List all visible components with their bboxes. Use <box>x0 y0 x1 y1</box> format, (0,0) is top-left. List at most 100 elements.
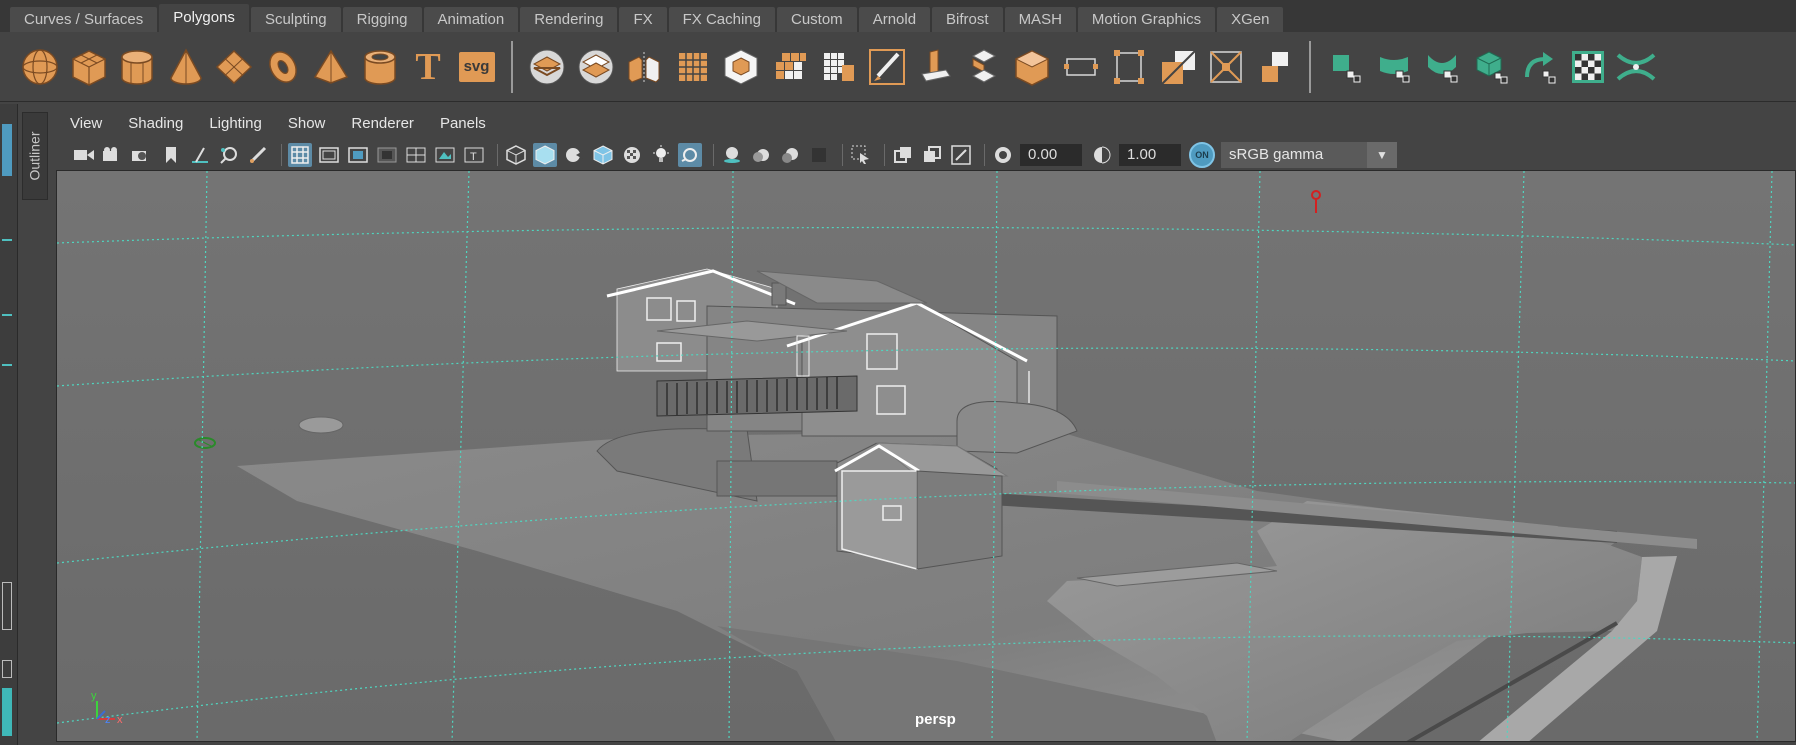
layout-button[interactable] <box>2 582 12 630</box>
shadows-icon[interactable] <box>678 143 702 167</box>
poly-cylinder-icon[interactable] <box>117 47 157 87</box>
safe-action-icon[interactable] <box>433 143 457 167</box>
reduce-icon[interactable] <box>721 47 761 87</box>
tab-rigging[interactable]: Rigging <box>342 7 422 32</box>
offset-edge-loop-icon[interactable] <box>1255 47 1295 87</box>
depth-of-field-icon[interactable] <box>807 143 831 167</box>
uv-planar-icon[interactable] <box>1325 47 1365 87</box>
separate-icon[interactable] <box>576 47 616 87</box>
xray-active-components-icon[interactable] <box>920 143 944 167</box>
exposure-field[interactable]: 0.00 <box>1020 144 1082 166</box>
menu-renderer[interactable]: Renderer <box>351 115 414 132</box>
svg-icon[interactable]: svg <box>457 47 497 87</box>
toolbar-separator <box>984 144 985 166</box>
field-chart-icon[interactable] <box>404 143 428 167</box>
remesh-icon[interactable] <box>770 47 810 87</box>
append-polygon-icon[interactable] <box>1061 47 1101 87</box>
smooth-icon[interactable] <box>673 47 713 87</box>
bookmark-icon[interactable] <box>159 143 183 167</box>
poly-cube-icon[interactable] <box>69 47 109 87</box>
tool-indicator <box>2 239 12 241</box>
exposure-icon[interactable] <box>991 143 1015 167</box>
poly-pyramid-icon[interactable] <box>311 47 351 87</box>
uv-automatic-icon[interactable] <box>1471 47 1511 87</box>
tab-polygons[interactable]: Polygons <box>159 4 249 32</box>
outliner-label: Outliner <box>27 131 43 181</box>
tab-animation[interactable]: Animation <box>423 7 519 32</box>
tab-custom[interactable]: Custom <box>777 7 857 32</box>
motion-blur-icon[interactable] <box>749 143 773 167</box>
fill-hole-icon[interactable] <box>1109 47 1149 87</box>
select-tool-button[interactable] <box>2 124 12 176</box>
uv-editor-icon[interactable] <box>1568 47 1608 87</box>
default-material-icon[interactable] <box>562 143 586 167</box>
tab-rendering[interactable]: Rendering <box>520 7 618 32</box>
bridge-icon[interactable] <box>964 47 1004 87</box>
image-plane-icon[interactable] <box>188 143 212 167</box>
tab-curves-surfaces[interactable]: Curves / Surfaces <box>10 7 158 32</box>
multi-cut-icon[interactable] <box>1158 47 1198 87</box>
textured-icon[interactable] <box>620 143 644 167</box>
uv-layout-arrow-icon[interactable] <box>1519 47 1559 87</box>
garage-block <box>716 460 838 497</box>
wireframe-on-shaded-icon[interactable] <box>591 143 615 167</box>
poly-sphere-icon[interactable] <box>20 47 60 87</box>
wireframe-icon[interactable] <box>504 143 528 167</box>
combine-icon[interactable] <box>527 47 567 87</box>
poly-torus-icon[interactable] <box>263 47 303 87</box>
grid-toggle-icon[interactable] <box>288 143 312 167</box>
layout-button[interactable] <box>2 660 12 678</box>
shed-model <box>834 442 1009 570</box>
mirror-icon[interactable] <box>624 47 664 87</box>
poly-pipe-icon[interactable] <box>360 47 400 87</box>
xray-icon[interactable] <box>891 143 915 167</box>
xray-joints-icon[interactable] <box>949 143 973 167</box>
retopologize-icon[interactable] <box>818 47 858 87</box>
perspective-viewport[interactable]: y z x persp <box>56 170 1796 742</box>
tab-arnold[interactable]: Arnold <box>858 7 931 32</box>
tab-bifrost[interactable]: Bifrost <box>932 7 1003 32</box>
smooth-shade-icon[interactable] <box>533 143 557 167</box>
grease-pencil-icon[interactable] <box>246 143 270 167</box>
gamma-icon[interactable] <box>1090 143 1114 167</box>
extrude-icon[interactable] <box>915 47 955 87</box>
outliner-tab[interactable]: Outliner <box>22 112 48 200</box>
multisample-aa-icon[interactable] <box>778 143 802 167</box>
uv-spherical-icon[interactable] <box>1422 47 1462 87</box>
menu-lighting[interactable]: Lighting <box>209 115 262 132</box>
camera-attributes-icon[interactable] <box>101 143 125 167</box>
color-management-toggle[interactable]: ON <box>1189 142 1215 168</box>
film-gate-icon[interactable] <box>317 143 341 167</box>
two-d-pan-zoom-icon[interactable] <box>217 143 241 167</box>
tab-sculpting[interactable]: Sculpting <box>250 7 341 32</box>
tab-motion-graphics[interactable]: Motion Graphics <box>1077 7 1216 32</box>
tab-mash[interactable]: MASH <box>1004 7 1076 32</box>
uv-toolkit-icon[interactable] <box>1616 47 1656 87</box>
tab-fx-caching[interactable]: FX Caching <box>668 7 775 32</box>
camera-settings-icon[interactable] <box>130 143 154 167</box>
tab-xgen[interactable]: XGen <box>1217 7 1284 32</box>
gate-mask-icon[interactable] <box>375 143 399 167</box>
menu-panels[interactable]: Panels <box>440 115 486 132</box>
safe-title-icon[interactable]: T <box>462 143 486 167</box>
screen-space-ao-icon[interactable] <box>720 143 744 167</box>
sculpt-brush-icon[interactable] <box>867 47 907 87</box>
use-all-lights-icon[interactable] <box>649 143 673 167</box>
chevron-down-icon[interactable]: ▼ <box>1367 142 1397 168</box>
menu-shading[interactable]: Shading <box>128 115 183 132</box>
resolution-gate-icon[interactable] <box>346 143 370 167</box>
menu-show[interactable]: Show <box>288 115 326 132</box>
bevel-icon[interactable] <box>1012 47 1052 87</box>
insert-edge-loop-icon[interactable] <box>1206 47 1246 87</box>
tab-fx[interactable]: FX <box>619 7 667 32</box>
isolate-select-icon[interactable] <box>849 143 873 167</box>
uv-cylindrical-icon[interactable] <box>1374 47 1414 87</box>
layout-button[interactable] <box>2 688 12 736</box>
gamma-field[interactable]: 1.00 <box>1119 144 1181 166</box>
poly-cone-icon[interactable] <box>166 47 206 87</box>
poly-type-icon[interactable]: T <box>408 47 448 87</box>
select-camera-icon[interactable] <box>72 143 96 167</box>
menu-view[interactable]: View <box>70 115 102 132</box>
view-transform-select[interactable]: sRGB gamma ▼ <box>1221 142 1397 168</box>
poly-plane-icon[interactable] <box>214 47 254 87</box>
